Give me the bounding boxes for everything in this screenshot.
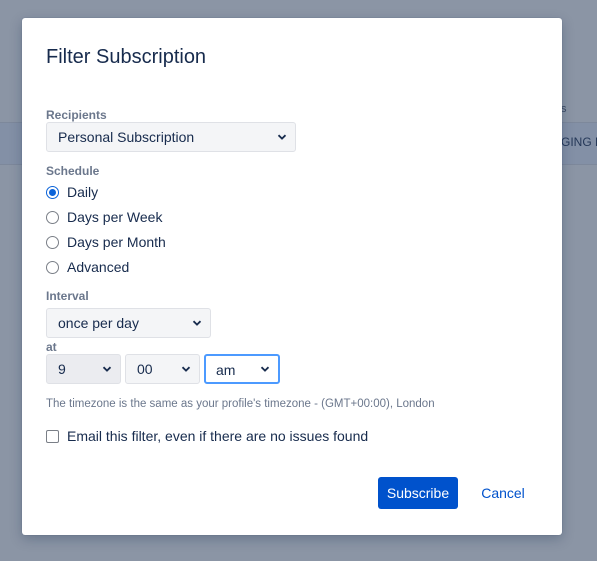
- dialog-title: Filter Subscription: [46, 46, 207, 68]
- chevron-down-icon: [277, 134, 287, 140]
- meridiem-select-value: am: [216, 362, 236, 378]
- hour-select-value: 9: [58, 361, 66, 377]
- schedule-option-advanced[interactable]: Advanced: [46, 259, 129, 275]
- schedule-label: Schedule: [46, 164, 100, 178]
- interval-select[interactable]: once per day: [46, 308, 211, 338]
- radio-unchecked-icon[interactable]: [46, 260, 59, 274]
- schedule-option-label: Daily: [67, 184, 99, 200]
- chevron-down-icon: [260, 366, 270, 372]
- meridiem-select[interactable]: am: [204, 354, 280, 384]
- filter-subscription-dialog: Filter Subscription Recipients Personal …: [22, 18, 562, 535]
- schedule-option-label: Days per Month: [67, 234, 166, 250]
- hour-select[interactable]: 9: [46, 354, 121, 384]
- timezone-note: The timezone is the same as your profile…: [46, 398, 435, 410]
- minute-select[interactable]: 00: [125, 354, 200, 384]
- radio-checked-icon[interactable]: [46, 185, 59, 199]
- chevron-down-icon: [102, 366, 112, 372]
- at-label: at: [46, 340, 57, 354]
- email-empty-filter-label: Email this filter, even if there are no …: [67, 428, 369, 444]
- checkbox-unchecked-icon[interactable]: [46, 429, 59, 443]
- cancel-button[interactable]: Cancel: [472, 477, 534, 509]
- recipients-select[interactable]: Personal Subscription: [46, 122, 296, 152]
- schedule-option-daily[interactable]: Daily: [46, 184, 98, 200]
- recipients-select-value: Personal Subscription: [58, 129, 195, 145]
- chevron-down-icon: [181, 366, 191, 372]
- interval-select-value: once per day: [58, 315, 139, 331]
- interval-label: Interval: [46, 289, 89, 303]
- recipients-label: Recipients: [46, 108, 107, 122]
- schedule-option-label: Advanced: [67, 259, 130, 275]
- schedule-option-label: Days per Week: [67, 209, 163, 225]
- radio-unchecked-icon[interactable]: [46, 210, 59, 224]
- schedule-option-days-per-week[interactable]: Days per Week: [46, 209, 162, 225]
- schedule-option-days-per-month[interactable]: Days per Month: [46, 234, 166, 250]
- background-band-text: GING R: [561, 135, 597, 149]
- subscribe-button[interactable]: Subscribe: [378, 477, 458, 509]
- email-empty-filter-option[interactable]: Email this filter, even if there are no …: [46, 428, 368, 444]
- minute-select-value: 00: [137, 361, 153, 377]
- chevron-down-icon: [192, 320, 202, 326]
- radio-unchecked-icon[interactable]: [46, 235, 59, 249]
